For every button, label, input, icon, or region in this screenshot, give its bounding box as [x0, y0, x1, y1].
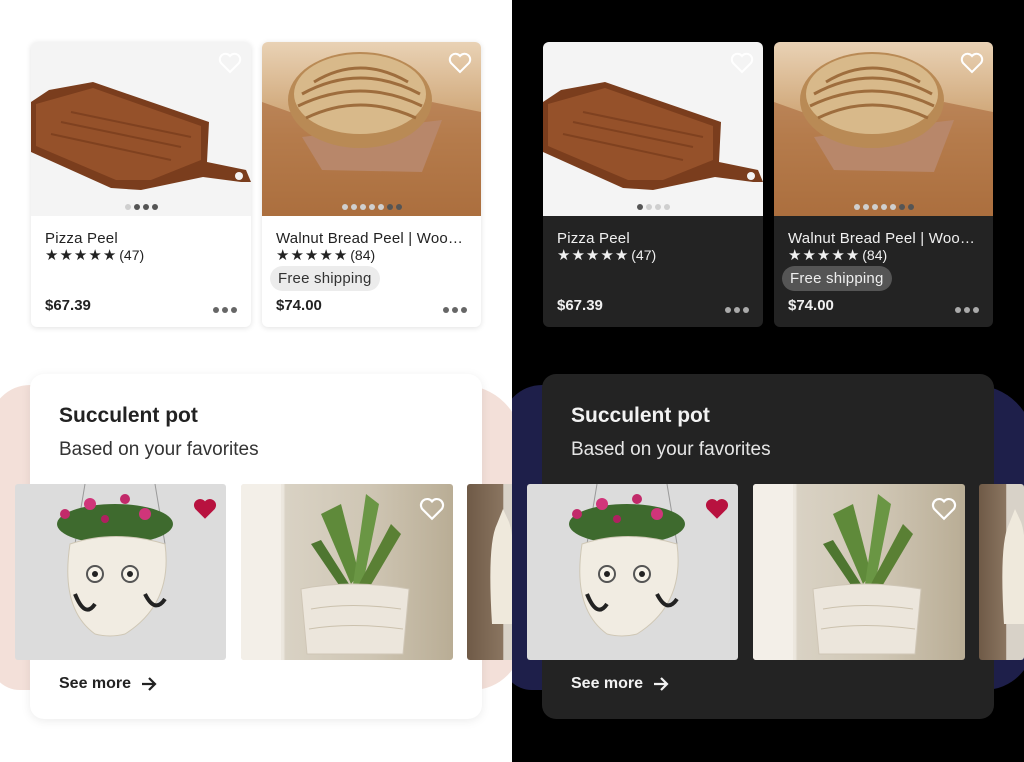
more-options-button[interactable] — [725, 307, 749, 313]
arrow-right-icon — [142, 677, 157, 691]
collection-item-owl-planter[interactable] — [15, 484, 226, 660]
more-options-button[interactable] — [443, 307, 467, 313]
heart-filled-icon — [705, 499, 729, 519]
product-rating: ★ ★ ★ ★ ★ (47) — [557, 247, 656, 263]
product-card-walnut-bread-peel[interactable]: Walnut Bread Peel | Woo… ★ ★ ★ ★ ★ (84) Free… — [262, 42, 481, 327]
review-count: (84) — [350, 247, 376, 263]
see-more-label: See more — [571, 675, 644, 692]
more-options-button[interactable] — [955, 307, 979, 313]
product-card-walnut-bread-peel[interactable]: Walnut Bread Peel | Woo… ★ ★ ★ ★ ★ (84) Free… — [774, 42, 993, 327]
collection-title: Succulent pot — [571, 404, 710, 427]
favorite-button[interactable] — [217, 50, 243, 76]
star-rating: ★ ★ ★ ★ ★ — [45, 246, 117, 264]
product-image[interactable] — [31, 42, 251, 216]
heart-filled-icon — [193, 499, 217, 519]
product-price: $67.39 — [45, 297, 91, 314]
star-rating: ★ ★ ★ ★ ★ — [276, 246, 348, 264]
heart-icon — [218, 52, 242, 74]
review-count: (84) — [862, 247, 888, 263]
star-rating: ★ ★ ★ ★ ★ — [557, 246, 629, 264]
collection-item-cat-planter[interactable] — [467, 484, 512, 660]
product-price: $74.00 — [788, 297, 834, 314]
product-price: $67.39 — [557, 297, 603, 314]
heart-icon — [419, 497, 445, 521]
dark-theme-panel: Pizza Peel ★ ★ ★ ★ ★ (47) $67.39 Walnut Brea… — [512, 0, 1024, 762]
product-title[interactable]: Walnut Bread Peel | Woo… — [276, 230, 466, 247]
free-shipping-badge: Free shipping — [270, 266, 380, 291]
more-options-button[interactable] — [213, 307, 237, 313]
arrow-right-icon — [654, 677, 669, 691]
collection-item-aloe-pot[interactable] — [241, 484, 453, 660]
heart-icon — [960, 52, 984, 74]
product-card-pizza-peel[interactable]: Pizza Peel ★ ★ ★ ★ ★ (47) $67.39 — [31, 42, 251, 327]
product-rating: ★ ★ ★ ★ ★ (84) — [276, 247, 375, 263]
favorite-button[interactable] — [419, 496, 445, 522]
favorite-button[interactable] — [729, 50, 755, 76]
see-more-link[interactable]: See more — [59, 675, 157, 693]
favorite-button[interactable] — [192, 496, 218, 522]
image-carousel-dots — [774, 204, 993, 210]
see-more-link[interactable]: See more — [571, 675, 669, 693]
product-rating: ★ ★ ★ ★ ★ (47) — [45, 247, 144, 263]
heart-icon — [448, 52, 472, 74]
review-count: (47) — [631, 247, 657, 263]
favorite-button[interactable] — [931, 496, 957, 522]
collection-subtitle: Based on your favorites — [59, 439, 259, 460]
product-image[interactable] — [774, 42, 993, 216]
collection-item-cat-planter[interactable] — [979, 484, 1024, 660]
image-carousel-dots — [31, 204, 251, 210]
collection-item-aloe-pot[interactable] — [753, 484, 965, 660]
favorite-button[interactable] — [704, 496, 730, 522]
collection-item-owl-planter[interactable] — [527, 484, 738, 660]
product-title[interactable]: Pizza Peel — [45, 230, 235, 247]
product-title[interactable]: Walnut Bread Peel | Woo… — [788, 230, 978, 247]
favorite-button[interactable] — [447, 50, 473, 76]
collection-subtitle: Based on your favorites — [571, 439, 771, 460]
product-card-pizza-peel[interactable]: Pizza Peel ★ ★ ★ ★ ★ (47) $67.39 — [543, 42, 763, 327]
product-rating: ★ ★ ★ ★ ★ (84) — [788, 247, 887, 263]
light-theme-panel: Pizza Peel ★ ★ ★ ★ ★ (47) $67.39 Walnut Brea — [0, 0, 512, 762]
collection-title: Succulent pot — [59, 404, 198, 427]
product-image[interactable] — [543, 42, 763, 216]
star-rating: ★ ★ ★ ★ ★ — [788, 246, 860, 264]
image-carousel-dots — [543, 204, 763, 210]
heart-icon — [730, 52, 754, 74]
review-count: (47) — [119, 247, 145, 263]
favorite-button[interactable] — [959, 50, 985, 76]
see-more-label: See more — [59, 675, 132, 692]
product-title[interactable]: Pizza Peel — [557, 230, 747, 247]
heart-icon — [931, 497, 957, 521]
free-shipping-badge: Free shipping — [782, 266, 892, 291]
product-image[interactable] — [262, 42, 481, 216]
image-carousel-dots — [262, 204, 481, 210]
product-price: $74.00 — [276, 297, 322, 314]
